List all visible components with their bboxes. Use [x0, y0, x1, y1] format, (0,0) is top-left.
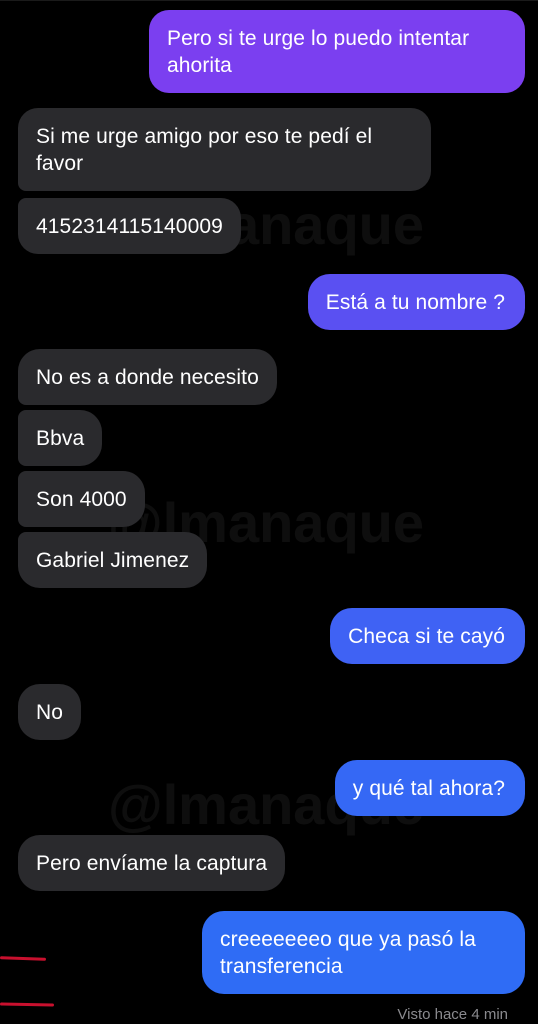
incoming-message[interactable]: Pero envíame la captura [18, 835, 286, 891]
incoming-message[interactable]: Gabriel Jimenez [18, 532, 208, 588]
incoming-message[interactable]: Bbva [18, 410, 103, 466]
outgoing-message[interactable]: Está a tu nombre ? [307, 274, 525, 330]
red-underline-mark [0, 956, 47, 961]
red-underline-mark [0, 1002, 55, 1007]
incoming-message[interactable]: Son 4000 [18, 471, 145, 527]
seen-status: Visto hace 4 min [397, 1006, 508, 1023]
outgoing-message[interactable]: y qué tal ahora? [334, 760, 525, 816]
incoming-message[interactable]: No [18, 684, 82, 740]
outgoing-message[interactable]: Checa si te cayó [330, 608, 525, 664]
outgoing-message[interactable]: Pero si te urge lo puedo intentar ahorit… [149, 10, 525, 93]
outgoing-message[interactable]: creeeeeeeo que ya pasó la transferencia [202, 911, 525, 994]
incoming-message[interactable]: 4152314115140009 [18, 198, 241, 254]
message-thread[interactable]: @lmanaque @lmanaque @lmanaque Pero si te… [0, 0, 538, 1024]
incoming-message[interactable]: No es a donde necesito [18, 349, 277, 405]
incoming-message[interactable]: Si me urge amigo por eso te pedí el favo… [18, 108, 431, 191]
